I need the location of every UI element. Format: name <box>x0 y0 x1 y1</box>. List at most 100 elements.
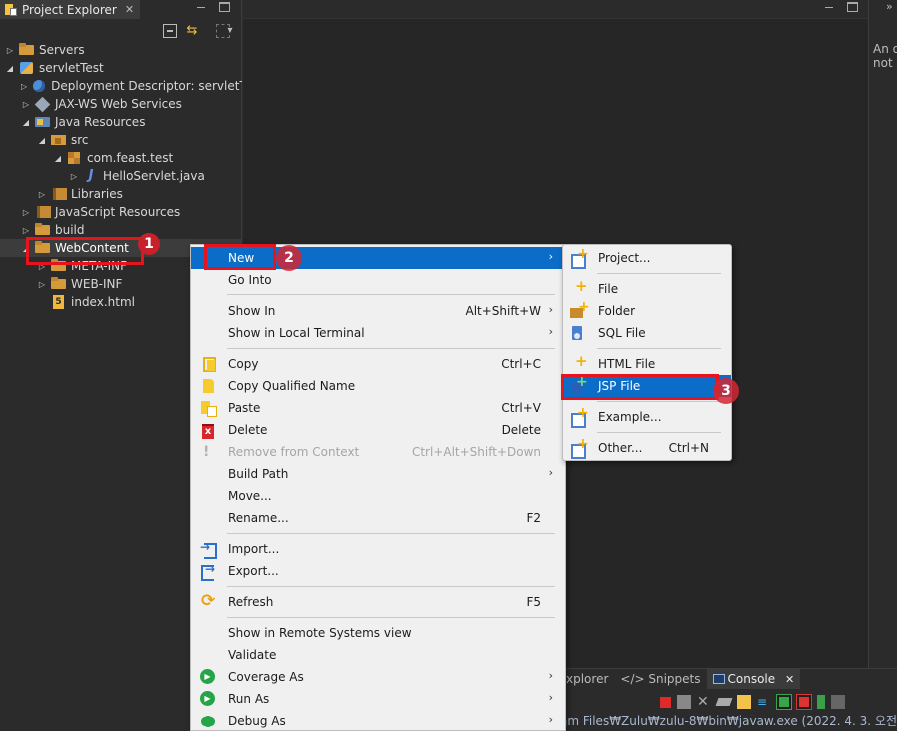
word-wrap-icon[interactable]: ≡ <box>757 695 771 709</box>
menu-item-run-as[interactable]: Run As › <box>191 688 565 710</box>
tree-item-label: src <box>71 133 89 147</box>
more-views-chevron-icon[interactable]: » <box>886 0 893 13</box>
expanded-arrow-icon[interactable]: ◢ <box>53 154 63 163</box>
submenu-item-file[interactable]: File <box>563 277 731 300</box>
maximize-icon[interactable] <box>847 2 858 12</box>
menu-item-coverage-as[interactable]: Coverage As › <box>191 666 565 688</box>
menu-item-validate[interactable]: Validate <box>191 644 565 666</box>
expanded-arrow-icon[interactable]: ◢ <box>37 136 47 145</box>
collapsed-arrow-icon[interactable]: ▷ <box>21 208 31 217</box>
run-icon <box>200 691 216 707</box>
menu-item-show-in[interactable]: Show In Alt+Shift+W › <box>191 300 565 322</box>
menu-item-go-into[interactable]: Go Into <box>191 269 565 291</box>
close-icon[interactable]: ✕ <box>125 3 134 16</box>
display-console-icon[interactable] <box>831 695 845 709</box>
minimize-icon[interactable] <box>824 2 835 12</box>
expanded-arrow-icon[interactable]: ◢ <box>5 64 15 73</box>
submenu-arrow-icon: › <box>548 250 553 263</box>
menu-item-import[interactable]: Import... <box>191 538 565 560</box>
submenu-item-project[interactable]: Project... <box>563 246 731 269</box>
collapsed-arrow-icon[interactable]: ▷ <box>21 226 31 235</box>
tree-item-label: WEB-INF <box>71 277 123 291</box>
annotation-box-new <box>204 244 276 270</box>
clear-console-icon[interactable] <box>715 698 733 706</box>
deployment-descriptor-icon <box>31 79 47 93</box>
outline-message-line: An o <box>873 42 897 56</box>
tree-item-servlettest[interactable]: ◢ servletTest <box>0 59 242 77</box>
menu-item-copy[interactable]: Copy Ctrl+C <box>191 353 565 375</box>
terminate-icon[interactable] <box>660 696 671 708</box>
tab-console-label: Console <box>727 672 776 686</box>
tree-item-label: Libraries <box>71 187 123 201</box>
explorer-toolbar: ⇆ ▾ <box>131 22 241 42</box>
tree-item-java-resources[interactable]: ◢ Java Resources <box>0 113 242 131</box>
remove-all-icon[interactable]: ✕ <box>697 695 711 709</box>
view-menu-icon[interactable]: ▾ <box>223 24 237 38</box>
menu-item-show-remote-systems[interactable]: Show in Remote Systems view <box>191 622 565 644</box>
delete-icon <box>200 422 216 439</box>
menu-item-delete[interactable]: Delete Delete <box>191 419 565 441</box>
minimize-icon[interactable] <box>196 2 207 12</box>
menu-item-label: Folder <box>598 304 636 318</box>
menu-item-label: SQL File <box>598 326 646 340</box>
submenu-item-example[interactable]: Example... <box>563 405 731 428</box>
pin-console-icon[interactable] <box>817 695 825 709</box>
remove-launch-icon[interactable] <box>677 695 691 709</box>
tree-item-deployment-descriptor[interactable]: ▷ Deployment Descriptor: servletTes <box>0 77 242 95</box>
tab-explorer[interactable]: xplorer <box>560 669 614 689</box>
menu-item-move[interactable]: Move... <box>191 485 565 507</box>
tree-item-javascript-resources[interactable]: ▷ JavaScript Resources <box>0 203 242 221</box>
menu-separator <box>597 401 721 402</box>
submenu-item-folder[interactable]: Folder <box>563 299 731 322</box>
submenu-arrow-icon: › <box>548 303 553 316</box>
tab-project-explorer[interactable]: Project Explorer ✕ <box>0 0 141 19</box>
menu-item-show-local-terminal[interactable]: Show in Local Terminal › <box>191 322 565 344</box>
scroll-lock-icon[interactable] <box>737 695 751 709</box>
collapsed-arrow-icon[interactable]: ▷ <box>69 172 79 181</box>
tab-snippets[interactable]: </> Snippets <box>614 669 706 689</box>
tree-item-src[interactable]: ◢ src <box>0 131 242 149</box>
submenu-item-sql-file[interactable]: SQL File <box>563 322 731 344</box>
annotation-step-2: 2 <box>276 245 302 271</box>
menu-item-paste[interactable]: Paste Ctrl+V <box>191 397 565 419</box>
menu-item-label: File <box>598 282 619 296</box>
tree-item-package[interactable]: ◢ com.feast.test <box>0 149 242 167</box>
collapsed-arrow-icon[interactable]: ▷ <box>21 82 27 91</box>
menu-item-label: Run As <box>228 692 270 706</box>
show-stderr-icon[interactable] <box>796 694 812 710</box>
menu-item-label: Remove from Context <box>228 445 360 459</box>
context-menu: New › Go Into Show In Alt+Shift+W › Show… <box>190 244 566 731</box>
tree-item-jax-ws[interactable]: ▷ JAX-WS Web Services <box>0 95 242 113</box>
menu-item-build-path[interactable]: Build Path › <box>191 463 565 485</box>
maximize-icon[interactable] <box>219 2 230 12</box>
tree-item-libraries[interactable]: ▷ Libraries <box>0 185 242 203</box>
explorer-tab-bar: Project Explorer ✕ <box>0 0 241 19</box>
close-icon[interactable]: ✕ <box>785 673 794 686</box>
menu-item-debug-as[interactable]: Debug As › <box>191 710 565 731</box>
menu-item-export[interactable]: Export... <box>191 560 565 582</box>
menu-item-refresh[interactable]: Refresh F5 <box>191 591 565 613</box>
menu-item-rename[interactable]: Rename... F2 <box>191 507 565 529</box>
show-stdout-icon[interactable] <box>776 694 792 710</box>
annotation-step-3: 3 <box>713 378 739 404</box>
link-with-editor-icon[interactable]: ⇆ <box>185 24 199 38</box>
package-icon <box>67 151 83 165</box>
tab-console[interactable]: Console ✕ <box>706 669 801 689</box>
submenu-arrow-icon: › <box>548 466 553 479</box>
collapsed-arrow-icon[interactable]: ▷ <box>21 100 31 109</box>
java-resources-icon <box>35 115 51 129</box>
menu-item-copy-qualified-name[interactable]: Copy Qualified Name <box>191 375 565 397</box>
new-folder-icon <box>570 299 590 319</box>
tree-item-servers[interactable]: ▷ Servers <box>0 41 242 59</box>
menu-item-label: HTML File <box>598 357 656 371</box>
collapse-all-icon[interactable] <box>163 24 177 38</box>
libraries-icon <box>51 187 67 201</box>
collapsed-arrow-icon[interactable]: ▷ <box>5 46 15 55</box>
collapsed-arrow-icon[interactable]: ▷ <box>37 190 47 199</box>
tree-item-helloservlet[interactable]: ▷ J HelloServlet.java <box>0 167 242 185</box>
submenu-item-html-file[interactable]: HTML File <box>563 352 731 375</box>
submenu-item-other[interactable]: Other... Ctrl+N <box>563 436 731 459</box>
collapsed-arrow-icon[interactable]: ▷ <box>37 280 47 289</box>
source-folder-icon <box>51 133 67 147</box>
expanded-arrow-icon[interactable]: ◢ <box>21 118 31 127</box>
